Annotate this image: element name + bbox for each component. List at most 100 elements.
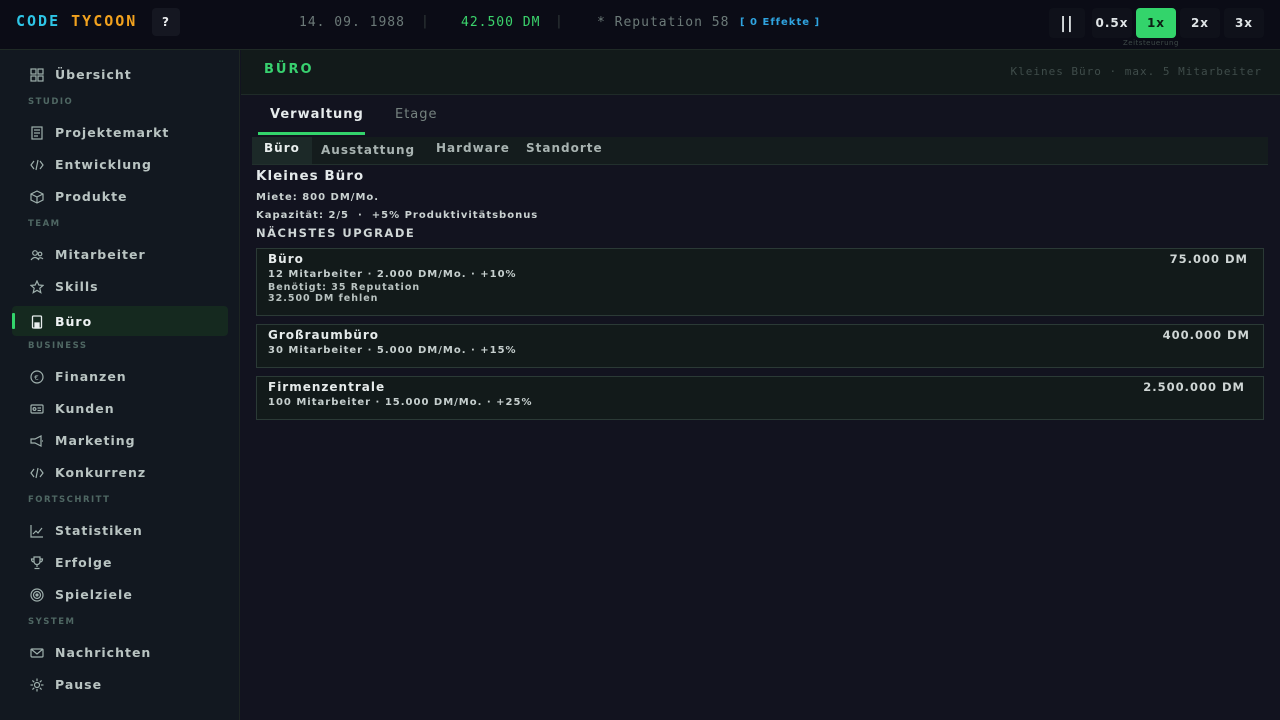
sidebar-item-statistiken[interactable]: Statistiken <box>12 515 228 545</box>
section-label-studio: STUDIO <box>28 97 74 107</box>
tab-etage[interactable]: Etage <box>395 107 438 122</box>
document-icon <box>30 126 44 140</box>
gear-icon <box>30 678 44 692</box>
subtab-ausstattung[interactable]: Ausstattung <box>321 139 415 166</box>
id-card-icon <box>30 402 44 416</box>
upgrade-card-buero[interactable]: Büro 75.000 DM 12 Mitarbeiter · 2.000 DM… <box>256 248 1264 316</box>
sidebar-item-kunden[interactable]: Kunden <box>12 393 228 423</box>
section-label-business: BUSINESS <box>28 341 88 351</box>
chart-line-icon <box>30 524 44 538</box>
sidebar-item-erfolge[interactable]: Erfolge <box>12 547 228 577</box>
main-content: BÜRO Kleines Büro · max. 5 Mitarbeiter V… <box>241 50 1280 720</box>
sidebar: Übersicht STUDIO Projektemarkt Entwicklu… <box>0 50 240 720</box>
active-tab-underline <box>258 132 365 135</box>
page-header: BÜRO Kleines Büro · max. 5 Mitarbeiter <box>241 50 1280 95</box>
sidebar-item-overview[interactable]: Übersicht <box>12 59 228 89</box>
sidebar-item-nachrichten[interactable]: Nachrichten <box>12 637 228 667</box>
top-bar: CODE TYCOON ? 14. 09. 1988 | 42.500 DM |… <box>0 0 1280 50</box>
upgrade-heading: NÄCHSTES UPGRADE <box>256 226 416 240</box>
target-icon <box>30 588 44 602</box>
sidebar-item-label: Konkurrenz <box>55 465 147 480</box>
sidebar-item-projektemarkt[interactable]: Projektemarkt <box>12 117 228 147</box>
upgrade-name: Firmenzentrale <box>268 380 386 394</box>
effects-badge[interactable]: [ 0 Effekte ] <box>740 17 820 28</box>
speed-1x-button[interactable]: 1x <box>1136 8 1176 38</box>
section-label-progress: FORTSCHRITT <box>28 495 111 505</box>
code-icon <box>30 466 44 480</box>
sidebar-item-entwicklung[interactable]: Entwicklung <box>12 149 228 179</box>
speed-3x-button[interactable]: 3x <box>1224 8 1264 38</box>
sidebar-item-label: Statistiken <box>55 523 143 538</box>
sidebar-item-label: Erfolge <box>55 555 113 570</box>
status-separator: | <box>421 14 430 29</box>
sidebar-item-label: Spielziele <box>55 587 133 602</box>
upgrade-price: 400.000 DM <box>1162 328 1250 342</box>
page-meta: Kleines Büro · max. 5 Mitarbeiter <box>1010 65 1262 78</box>
sidebar-item-konkurrenz[interactable]: Konkurrenz <box>12 457 228 487</box>
time-control-label: Zeitsteuerung <box>1123 39 1179 47</box>
money-display: 42.500 DM <box>461 15 541 30</box>
code-icon <box>30 158 44 172</box>
upgrade-missing-funds: 32.500 DM fehlen <box>268 293 379 304</box>
sidebar-item-label: Übersicht <box>55 67 132 82</box>
page-title: BÜRO <box>264 62 314 77</box>
sidebar-item-mitarbeiter[interactable]: Mitarbeiter <box>12 239 228 269</box>
upgrade-specs: 12 Mitarbeiter · 2.000 DM/Mo. · +10% <box>268 269 517 280</box>
building-icon <box>30 315 44 329</box>
megaphone-icon <box>30 434 44 448</box>
speed-2x-button[interactable]: 2x <box>1180 8 1220 38</box>
grid-icon <box>30 68 44 82</box>
sidebar-item-label: Nachrichten <box>55 645 152 660</box>
upgrade-price: 2.500.000 DM <box>1143 380 1245 394</box>
sidebar-item-label: Projektemarkt <box>55 125 170 140</box>
subtab-standorte[interactable]: Standorte <box>526 137 603 164</box>
office-capacity: Kapazität: 2/5 · +5% Produktivitätsbonus <box>256 210 539 221</box>
box-icon <box>30 190 44 204</box>
status-separator: | <box>555 14 564 29</box>
active-indicator <box>12 313 15 329</box>
sidebar-item-skills[interactable]: Skills <box>12 271 228 301</box>
speed-0.5x-button[interactable]: 0.5x <box>1092 8 1132 38</box>
coin-icon: € <box>30 370 44 384</box>
upgrade-specs: 100 Mitarbeiter · 15.000 DM/Mo. · +25% <box>268 397 533 408</box>
upgrade-card-grossraumbuero[interactable]: Großraumbüro 400.000 DM 30 Mitarbeiter ·… <box>256 324 1264 368</box>
sidebar-item-label: Pause <box>55 677 103 692</box>
svg-text:€: € <box>34 374 39 382</box>
sidebar-item-label: Produkte <box>55 189 128 204</box>
sidebar-item-label: Marketing <box>55 433 136 448</box>
sidebar-item-finanzen[interactable]: € Finanzen <box>12 361 228 391</box>
game-date: 14. 09. 1988 <box>299 15 405 30</box>
section-label-team: TEAM <box>28 219 61 229</box>
help-button[interactable]: ? <box>152 8 180 36</box>
sidebar-item-spielziele[interactable]: Spielziele <box>12 579 228 609</box>
upgrade-name: Büro <box>268 252 304 266</box>
office-rent: Miete: 800 DM/Mo. <box>256 192 380 203</box>
logo-code: CODE <box>16 12 61 30</box>
sidebar-item-label: Büro <box>55 314 93 329</box>
upgrade-requirement: Benötigt: 35 Reputation <box>268 282 421 293</box>
sidebar-item-label: Skills <box>55 279 99 294</box>
upgrade-price: 75.000 DM <box>1169 252 1248 266</box>
upgrade-specs: 30 Mitarbeiter · 5.000 DM/Mo. · +15% <box>268 345 517 356</box>
sidebar-item-pause[interactable]: Pause <box>12 669 228 699</box>
sidebar-item-label: Mitarbeiter <box>55 247 146 262</box>
people-icon <box>30 248 44 262</box>
section-label-system: SYSTEM <box>28 617 76 627</box>
subtab-buero[interactable]: Büro <box>252 137 312 164</box>
star-icon <box>30 280 44 294</box>
upgrade-name: Großraumbüro <box>268 328 379 342</box>
sidebar-item-label: Finanzen <box>55 369 127 384</box>
sidebar-item-produkte[interactable]: Produkte <box>12 181 228 211</box>
sidebar-item-label: Kunden <box>55 401 115 416</box>
upgrade-card-firmenzentrale[interactable]: Firmenzentrale 2.500.000 DM 100 Mitarbei… <box>256 376 1264 420</box>
sidebar-item-label: Entwicklung <box>55 157 152 172</box>
subtab-hardware[interactable]: Hardware <box>436 137 510 164</box>
pause-button[interactable]: || <box>1049 8 1085 38</box>
tab-verwaltung[interactable]: Verwaltung <box>270 107 364 122</box>
app-logo: CODE TYCOON <box>16 12 137 30</box>
subtab-bar: Büro Ausstattung Hardware Standorte <box>252 137 1268 165</box>
sidebar-item-marketing[interactable]: Marketing <box>12 425 228 455</box>
sidebar-item-buero[interactable]: Büro <box>12 306 228 336</box>
logo-tycoon: TYCOON <box>71 12 138 30</box>
trophy-icon <box>30 556 44 570</box>
